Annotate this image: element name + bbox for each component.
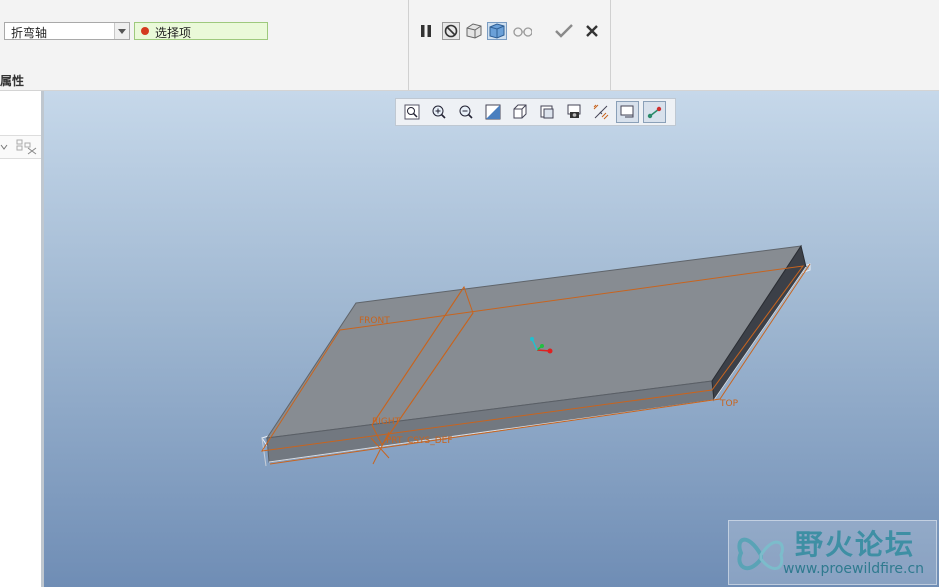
dynamic-preview-icon[interactable] [487,22,507,40]
reference-collector[interactable]: 选择项 [134,22,268,40]
display-style-icon[interactable] [508,101,531,123]
datum-display-icon[interactable] [589,101,612,123]
ok-check-icon[interactable] [554,22,574,40]
watermark-url: www.proewildfire.cn [783,561,925,577]
verify-mode-icon[interactable] [464,22,484,40]
view-toolbar [395,98,676,126]
divider [610,0,611,90]
tab-properties[interactable]: 属性 [0,72,24,89]
datum-label-top: TOP [719,399,739,409]
refit-icon[interactable] [400,101,423,123]
no-preview-icon[interactable] [441,22,461,40]
model-canvas: FRONT RIGHT PRT_CSYS_DEF TOP [260,244,811,467]
view-manager-icon[interactable] [562,101,585,123]
collector-label: 选择项 [155,26,192,40]
datum-label-csys: PRT_CSYS_DEF [386,436,453,446]
datum-label-right: RIGHT [372,417,401,427]
spin-center-icon[interactable] [616,101,639,123]
chevron-down-icon[interactable] [114,23,129,39]
annotation-display-icon[interactable] [643,101,666,123]
model-tree-header [0,135,41,159]
glasses-icon[interactable] [512,22,532,40]
zoom-in-icon[interactable] [427,101,450,123]
butterfly-logo-icon [737,537,784,571]
chevron-down-icon[interactable] [0,143,8,151]
cancel-x-icon[interactable] [582,22,602,40]
watermark-title: 野火论坛 [795,528,916,561]
feature-dashboard: 折弯轴 选择项 属性 [0,0,939,91]
watermark-logo: 野火论坛 www.proewildfire.cn [728,520,937,585]
bend-axis-value: 折弯轴 [11,26,48,40]
graphics-window[interactable]: FRONT RIGHT PRT_CSYS_DEF TOP [44,91,939,587]
zoom-out-icon[interactable] [454,101,477,123]
datum-label-front: FRONT [359,316,390,326]
bend-axis-dropdown[interactable]: 折弯轴 [4,22,130,40]
divider [408,0,409,90]
model-tree-panel [0,91,42,587]
saved-views-icon[interactable] [535,101,558,123]
pause-icon[interactable] [416,22,436,40]
required-dot-icon [141,27,149,35]
tree-settings-icon[interactable] [16,139,38,155]
repaint-icon[interactable] [481,101,504,123]
